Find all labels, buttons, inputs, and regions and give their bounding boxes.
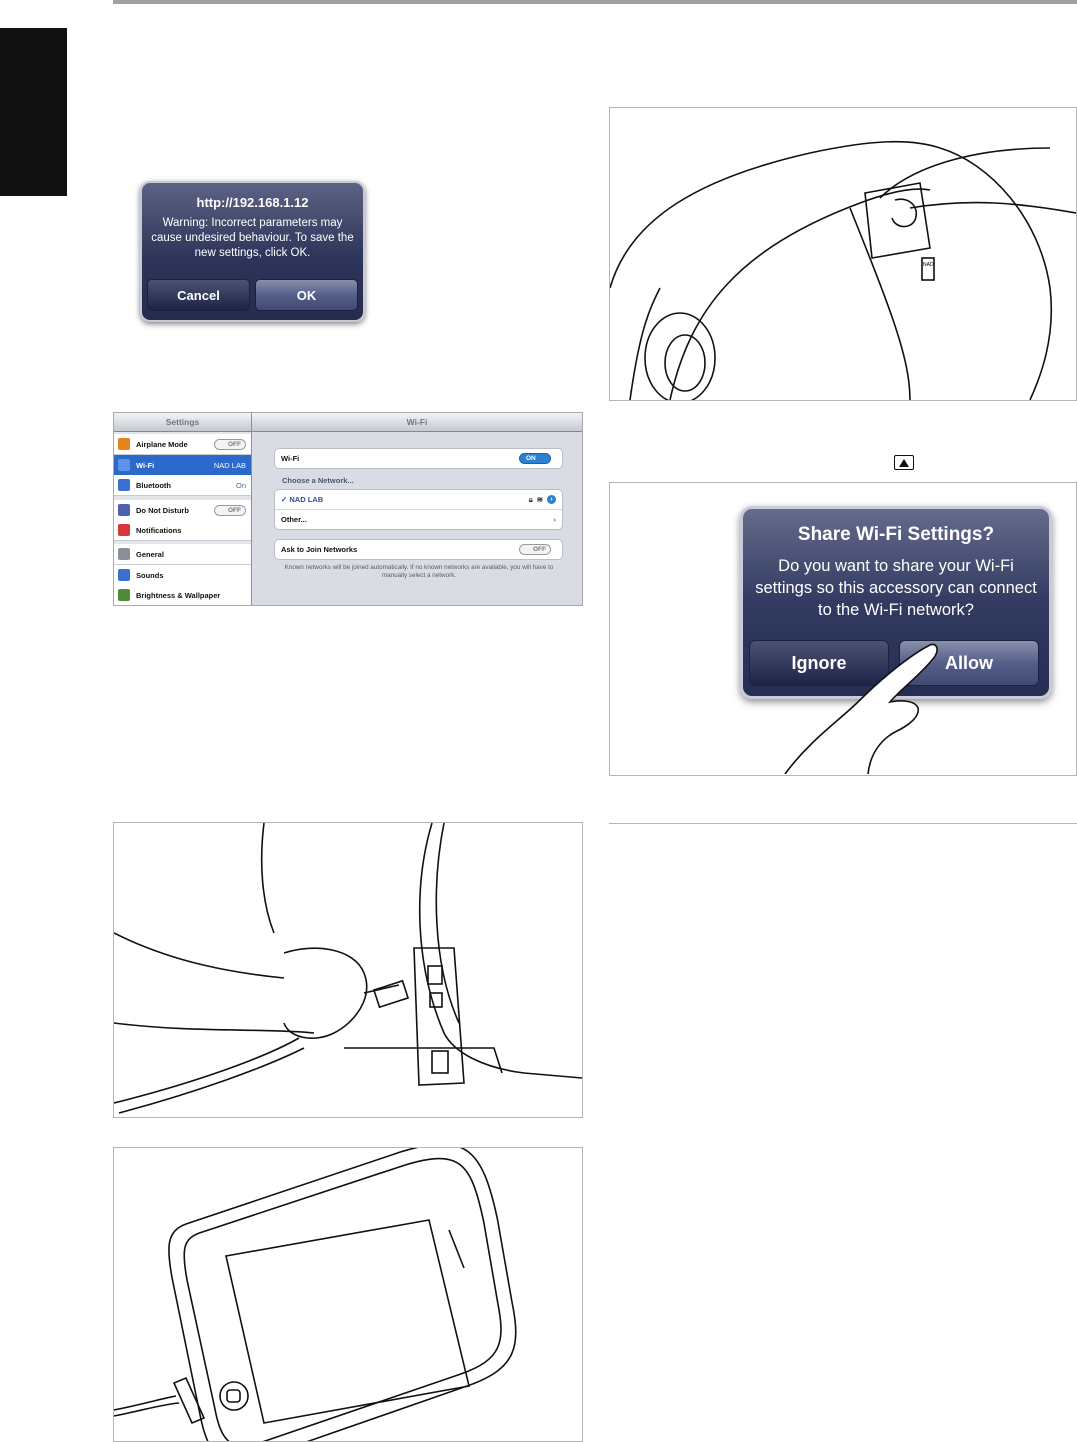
section-tab — [0, 28, 67, 196]
chevron-right-icon: › — [553, 515, 557, 524]
sidebar-item-sounds[interactable]: Sounds — [114, 565, 251, 586]
network-row-selected[interactable]: ✓ NAD LAB 🔒︎ ≋ › — [275, 490, 562, 509]
sidebar-item-label: Bluetooth — [136, 480, 171, 490]
sidebar-item-label: Wi-Fi — [136, 460, 155, 470]
sidebar-item-general[interactable]: General — [114, 544, 251, 565]
wifi-toggle-card: Wi-Fi ON — [274, 448, 563, 469]
airplane-icon — [118, 438, 130, 450]
speaker-buttons-illustration: NAD — [609, 107, 1077, 401]
sidebar-item-airplane-mode[interactable]: Airplane Mode OFF — [114, 434, 251, 455]
airplay-icon — [894, 455, 914, 470]
sidebar-item-notifications[interactable]: Notifications — [114, 520, 251, 541]
settings-sidebar: Settings Airplane Mode OFF Wi-Fi NAD LAB… — [114, 413, 252, 605]
alert-message: Warning: Incorrect parameters may cause … — [151, 217, 354, 259]
choose-network-caption: Choose a Network... — [282, 476, 354, 485]
speaker-icon — [118, 569, 130, 581]
other-label: Other... — [281, 515, 307, 524]
sidebar-item-value: On — [235, 480, 246, 490]
ask-join-card: Ask to Join Networks OFF — [274, 539, 563, 560]
gear-icon — [118, 548, 130, 560]
alert-title: Share Wi-Fi Settings? — [797, 524, 995, 545]
ios-settings-panel: Settings Airplane Mode OFF Wi-Fi NAD LAB… — [113, 412, 583, 606]
sidebar-item-label: General — [136, 549, 164, 559]
lock-icon: 🔒︎ — [528, 494, 533, 504]
ask-join-label: Ask to Join Networks — [281, 545, 358, 554]
ask-join-note: Known networks will be joined automatica… — [284, 564, 554, 579]
sidebar-item-label: Do Not Disturb — [136, 505, 189, 515]
save-settings-alert: http://192.168.1.12 Warning: Incorrect p… — [140, 181, 365, 322]
alert-title: http://192.168.1.12 — [196, 195, 309, 210]
ok-button[interactable]: OK — [255, 279, 358, 311]
do-not-disturb-toggle[interactable]: OFF — [214, 504, 246, 516]
cancel-button[interactable]: Cancel — [147, 279, 250, 311]
wifi-label: Wi-Fi — [281, 454, 300, 463]
sidebar-item-label: Airplane Mode — [136, 439, 188, 449]
sidebar-item-brightness-wallpaper[interactable]: Brightness & Wallpaper — [114, 585, 251, 605]
finger-pointer-icon — [784, 643, 938, 774]
sidebar-item-label: Brightness & Wallpaper — [136, 590, 221, 600]
wifi-row: Wi-Fi ON — [275, 449, 562, 468]
network-row-other[interactable]: Other... › — [275, 509, 562, 529]
detail-disclosure-icon[interactable]: › — [547, 495, 556, 504]
sidebar-item-label: Notifications — [136, 525, 182, 535]
settings-title: Settings — [114, 413, 251, 432]
power-cable-illustration — [113, 822, 583, 1118]
wifi-signal-icon: ≋ — [536, 495, 543, 504]
wifi-pane-title: Wi-Fi — [252, 413, 582, 432]
speaker-logo: NAD — [923, 262, 934, 268]
airplane-mode-toggle[interactable]: OFF — [214, 438, 246, 450]
column-rule — [609, 823, 1077, 824]
sidebar-item-value: NAD LAB — [213, 460, 246, 470]
notifications-icon — [118, 524, 130, 536]
moon-icon — [118, 504, 130, 516]
wifi-toggle[interactable]: ON — [519, 453, 551, 464]
network-name: ✓ NAD LAB — [281, 495, 324, 504]
ask-join-toggle[interactable]: OFF — [519, 544, 551, 555]
top-rule — [113, 0, 1077, 4]
sidebar-item-label: Sounds — [136, 570, 164, 580]
wifi-icon — [118, 459, 130, 471]
brightness-icon — [118, 589, 130, 601]
sidebar-item-wifi[interactable]: Wi-Fi NAD LAB — [114, 455, 251, 476]
sidebar-item-do-not-disturb[interactable]: Do Not Disturb OFF — [114, 500, 251, 521]
iphone-illustration — [113, 1147, 583, 1442]
iphone-drawing — [114, 1148, 517, 1441]
alert-message: Do you want to share your Wi-Fi settings… — [755, 557, 1037, 619]
bluetooth-icon — [118, 479, 130, 491]
ask-join-row: Ask to Join Networks OFF — [275, 540, 562, 559]
sidebar-item-bluetooth[interactable]: Bluetooth On — [114, 475, 251, 496]
cable-drawing — [114, 823, 582, 1114]
speaker-drawing: NAD — [610, 140, 1076, 400]
network-list: ✓ NAD LAB 🔒︎ ≋ › Other... › — [274, 489, 563, 530]
